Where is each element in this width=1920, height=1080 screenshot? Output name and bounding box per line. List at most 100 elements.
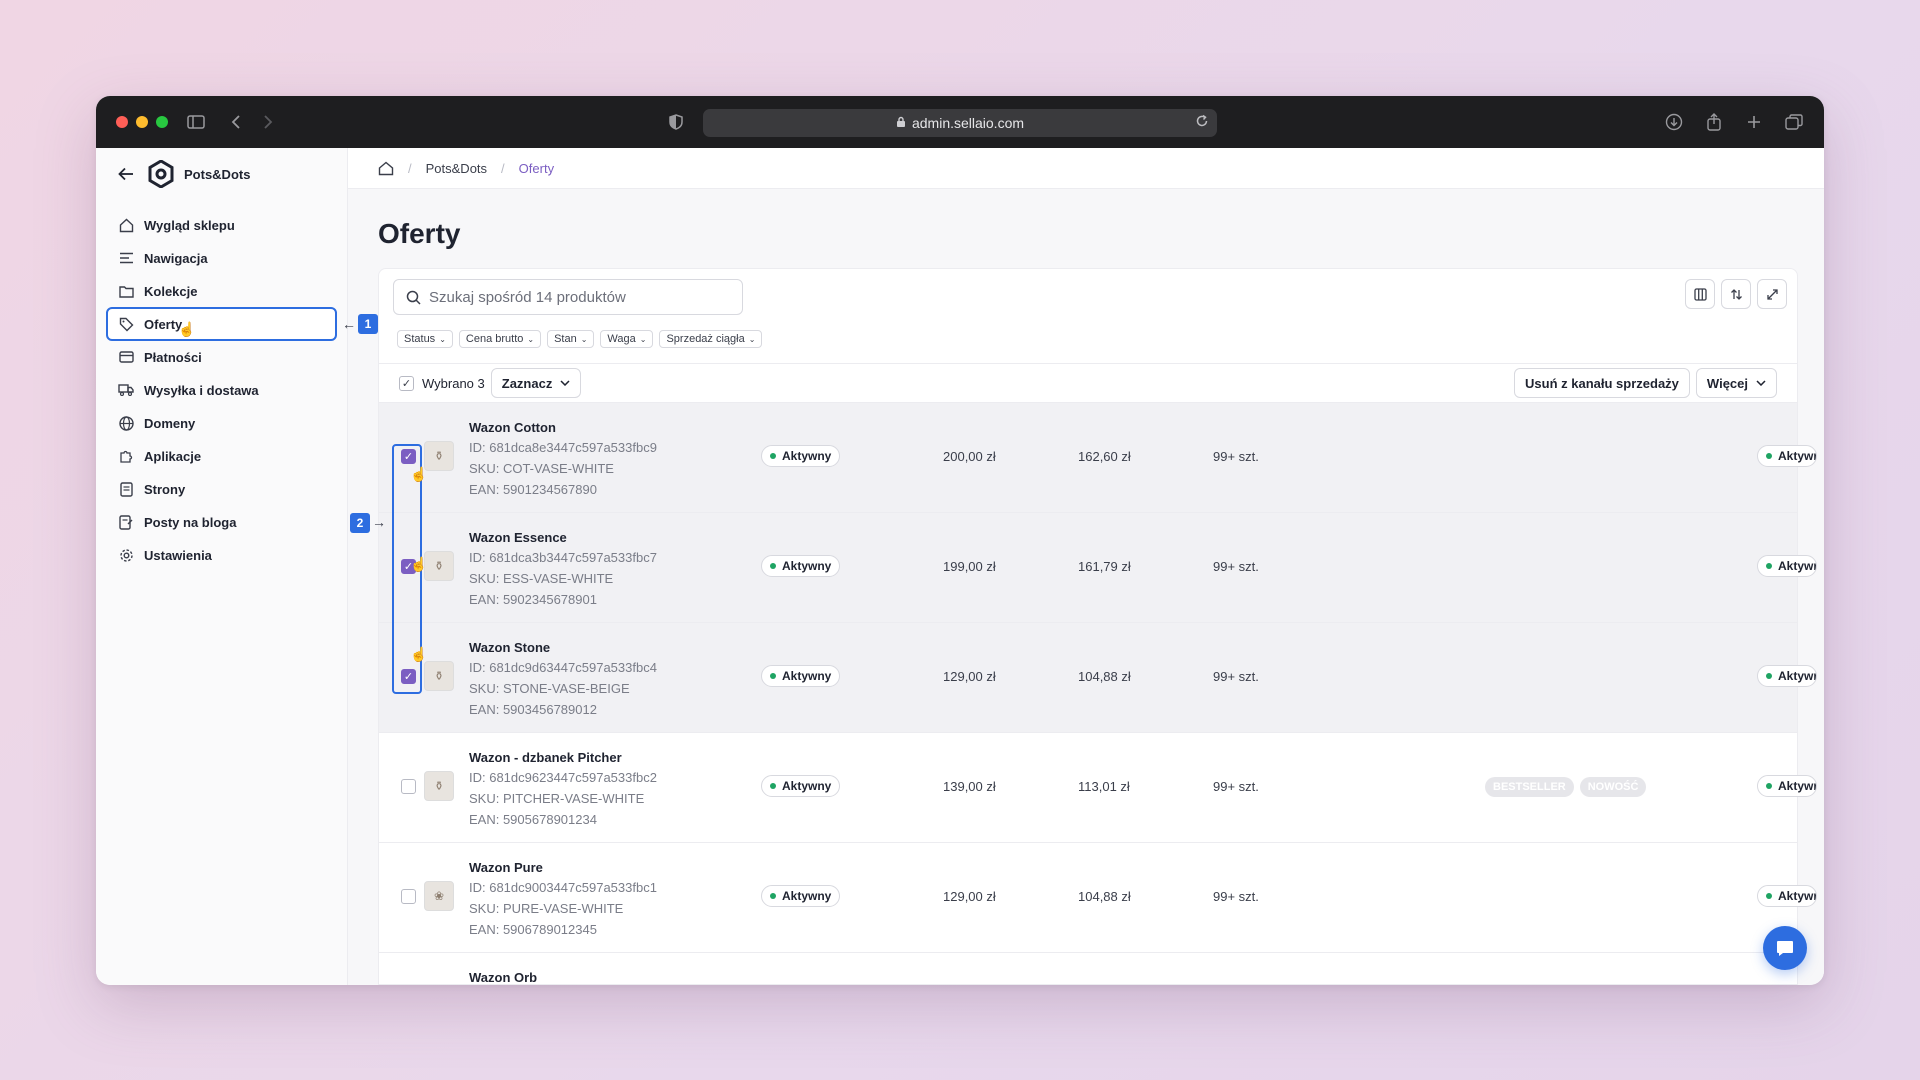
sidebar-item-nawigacja[interactable]: Nawigacja (108, 243, 335, 273)
sidebar-item-kolekcje[interactable]: Kolekcje (108, 276, 335, 306)
back-nav-icon[interactable] (224, 110, 248, 134)
sidebar-item-posty[interactable]: Posty na bloga (108, 507, 335, 537)
main-content: / Pots&Dots / Oferty Oferty Szukaj spośr… (348, 148, 1824, 985)
step-marker-2: 2 (350, 513, 370, 533)
table-row[interactable]: Wazon Orb (379, 953, 1797, 985)
product-thumbnail: ⚱ (424, 661, 454, 691)
reload-icon[interactable] (1195, 114, 1209, 131)
globe-icon (118, 415, 134, 431)
browser-titlebar: admin.sellaio.com (96, 96, 1824, 148)
zoom-window-button[interactable] (156, 116, 168, 128)
more-dropdown[interactable]: Więcej (1695, 368, 1777, 398)
brand-logo-icon (148, 160, 174, 188)
chevron-down-icon: ⌄ (527, 334, 535, 344)
price-net: 104,88 zł (1078, 669, 1131, 684)
filter-chips: Status ⌄ Cena brutto ⌄ Stan ⌄ Waga ⌄ Sprzeda… (397, 330, 763, 348)
product-name[interactable]: Wazon Essence (469, 529, 657, 547)
sidebar-item-ustawienia[interactable]: Ustawienia (108, 540, 335, 570)
table-row[interactable]: ✓ ⚱ Wazon Stone ID: 681dc9d63447c597a533… (379, 623, 1817, 733)
breadcrumb-current: Oferty (518, 160, 555, 176)
status-badge: Aktywny (761, 775, 841, 797)
active-dot-icon (1766, 563, 1772, 569)
sort-button[interactable] (1721, 279, 1751, 309)
arrow-right-icon: → (372, 514, 386, 530)
filter-status[interactable]: Status ⌄ (397, 330, 453, 348)
truck-icon (118, 382, 134, 398)
search-placeholder: Szukaj spośród 14 produktów (429, 288, 626, 306)
minimize-window-button[interactable] (136, 116, 148, 128)
table-row[interactable]: ✓ ⚱ Wazon Cotton ID: 681dca8e3447c597a53… (379, 403, 1817, 513)
select-all-checkbox[interactable]: ✓ (399, 375, 414, 391)
home-icon[interactable] (378, 161, 394, 176)
new-tab-icon[interactable] (1742, 110, 1766, 134)
product-ean: EAN: 5901234567890 (469, 482, 597, 497)
breadcrumb: / Pots&Dots / Oferty (348, 148, 1824, 189)
tabs-overview-icon[interactable] (1782, 110, 1806, 134)
product-ean: EAN: 5903456789012 (469, 702, 597, 717)
forward-nav-icon[interactable] (256, 110, 280, 134)
sidebar-item-wysylka[interactable]: Wysyłka i dostawa (108, 375, 335, 405)
close-window-button[interactable] (116, 116, 128, 128)
table-row[interactable]: ⚱ Wazon - dzbanek Pitcher ID: 681dc96234… (379, 733, 1817, 843)
sidebar-item-label: Domeny (144, 415, 196, 431)
product-info: Wazon Cotton ID: 681dca8e3447c597a533fbc… (469, 419, 657, 500)
sidebar-item-platnosci[interactable]: Płatności (108, 342, 335, 372)
product-tags: BESTSELLER NOWOŚĆ (1485, 777, 1647, 797)
puzzle-icon (118, 448, 134, 464)
download-icon[interactable] (1662, 110, 1686, 134)
active-dot-icon (770, 893, 776, 899)
active-dot-icon (1766, 783, 1772, 789)
table-row[interactable]: ❀ Wazon Pure ID: 681dc9003447c597a533fbc… (379, 843, 1817, 953)
search-input[interactable]: Szukaj spośród 14 produktów (393, 279, 743, 315)
price-gross: 129,00 zł (943, 669, 996, 684)
blog-icon (118, 514, 134, 530)
product-name[interactable]: Wazon - dzbanek Pitcher (469, 749, 657, 767)
status-badge: Aktywny (761, 665, 841, 687)
status-badge: Aktywny (761, 445, 841, 467)
sidebar-item-label: Strony (144, 481, 186, 497)
product-name[interactable]: Wazon Cotton (469, 419, 657, 437)
expand-icon (1766, 288, 1778, 300)
product-ean: EAN: 5902345678901 (469, 592, 597, 607)
chat-widget-button[interactable] (1763, 926, 1807, 970)
sidebar-item-label: Wygląd sklepu (144, 217, 235, 233)
columns-button[interactable] (1685, 279, 1715, 309)
share-icon[interactable] (1702, 110, 1726, 134)
product-name[interactable]: Wazon Stone (469, 639, 657, 657)
breadcrumb-shop-link[interactable]: Pots&Dots (426, 161, 487, 176)
filter-price[interactable]: Cena brutto ⌄ (458, 330, 542, 348)
chevron-down-icon: ⌄ (639, 334, 647, 344)
hand-cursor-icon: ☝ (178, 321, 196, 337)
chevron-down-icon: ⌄ (748, 334, 756, 344)
product-ean: EAN: 5905678901234 (469, 812, 597, 827)
price-net: 162,60 zł (1078, 449, 1131, 464)
address-bar[interactable]: admin.sellaio.com (703, 109, 1217, 137)
product-name[interactable]: Wazon Orb (469, 969, 537, 985)
expand-button[interactable] (1757, 279, 1787, 309)
selection-bar: ✓ Wybrano 3 Zaznacz Usuń z kanału sprzed… (379, 363, 1797, 403)
sidebar-item-aplikacje[interactable]: Aplikacje (108, 441, 335, 471)
remove-from-channel-button[interactable]: Usuń z kanału sprzedaży (1514, 368, 1690, 398)
select-dropdown[interactable]: Zaznacz (490, 368, 582, 398)
sidebar-item-wyglad-sklepu[interactable]: Wygląd sklepu (108, 210, 335, 240)
row-checkbox[interactable] (401, 889, 416, 904)
filter-weight[interactable]: Waga ⌄ (600, 330, 654, 348)
table-row[interactable]: ✓ ⚱ Wazon Essence ID: 681dca3b3447c597a5… (379, 513, 1817, 623)
sidebar-item-domeny[interactable]: Domeny (108, 408, 335, 438)
privacy-shield-icon[interactable] (664, 110, 688, 134)
filter-stock[interactable]: Stan ⌄ (547, 330, 595, 348)
sidebar-item-oferty[interactable]: Oferty ☝ (106, 307, 337, 341)
page-title: Oferty (378, 218, 461, 249)
product-thumbnail: ⚱ (424, 771, 454, 801)
sidebar-toggle-icon[interactable] (184, 110, 208, 134)
filter-continuous-sale[interactable]: Sprzedaż ciągła ⌄ (659, 330, 763, 348)
folder-icon (118, 283, 134, 299)
brand-header: Pots&Dots (96, 148, 347, 200)
back-arrow-icon[interactable] (118, 167, 134, 181)
row-checkbox[interactable] (401, 779, 416, 794)
sidebar-item-strony[interactable]: Strony (108, 474, 335, 504)
sidebar-item-label: Ustawienia (144, 547, 212, 563)
product-name[interactable]: Wazon Pure (469, 859, 657, 877)
chevron-down-icon: ⌄ (580, 334, 588, 344)
product-id: ID: 681dc9d63447c597a533fbc4 (469, 660, 657, 675)
